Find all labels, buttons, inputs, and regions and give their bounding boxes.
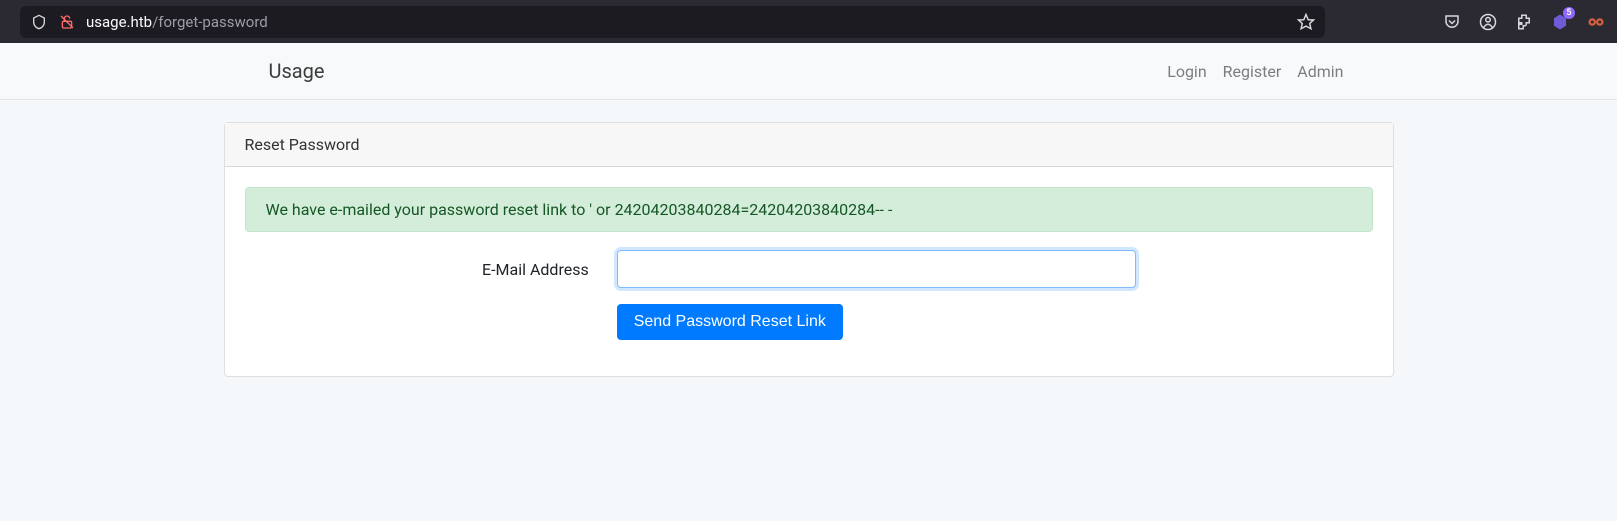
- send-reset-link-button[interactable]: Send Password Reset Link: [617, 304, 843, 340]
- extension-badge-icon[interactable]: 5: [1551, 13, 1569, 31]
- email-label: E-Mail Address: [245, 260, 617, 279]
- url-domain: usage.htb: [86, 13, 152, 31]
- card-body: We have e-mailed your password reset lin…: [225, 167, 1393, 376]
- url-bar[interactable]: usage.htb/forget-password: [20, 6, 1325, 38]
- email-input[interactable]: [617, 250, 1136, 288]
- foxy-proxy-icon[interactable]: [1587, 13, 1605, 31]
- nav-links: Login Register Admin: [1167, 62, 1343, 81]
- extensions-icon[interactable]: [1515, 13, 1533, 31]
- nav-register[interactable]: Register: [1223, 62, 1282, 81]
- url-text[interactable]: usage.htb/forget-password: [86, 13, 1287, 31]
- nav-admin[interactable]: Admin: [1297, 62, 1343, 81]
- shield-icon[interactable]: [30, 13, 48, 31]
- brand-link[interactable]: Usage: [269, 59, 325, 83]
- browser-chrome: usage.htb/forget-password 5: [0, 0, 1617, 43]
- nav-login[interactable]: Login: [1167, 62, 1206, 81]
- main-container: Reset Password We have e-mailed your pas…: [209, 100, 1409, 399]
- success-alert: We have e-mailed your password reset lin…: [245, 187, 1373, 232]
- bookmark-star-icon[interactable]: [1297, 13, 1315, 31]
- pocket-icon[interactable]: [1443, 13, 1461, 31]
- chrome-right-icons: 5: [1443, 13, 1605, 31]
- reset-password-card: Reset Password We have e-mailed your pas…: [224, 122, 1394, 377]
- extension-badge-count: 5: [1563, 7, 1575, 19]
- email-row: E-Mail Address: [245, 250, 1373, 288]
- lock-insecure-icon[interactable]: [58, 13, 76, 31]
- account-icon[interactable]: [1479, 13, 1497, 31]
- submit-row: Send Password Reset Link: [245, 304, 1373, 340]
- page-navbar: Usage Login Register Admin: [0, 43, 1617, 100]
- card-header: Reset Password: [225, 123, 1393, 167]
- url-path: /forget-password: [152, 13, 268, 31]
